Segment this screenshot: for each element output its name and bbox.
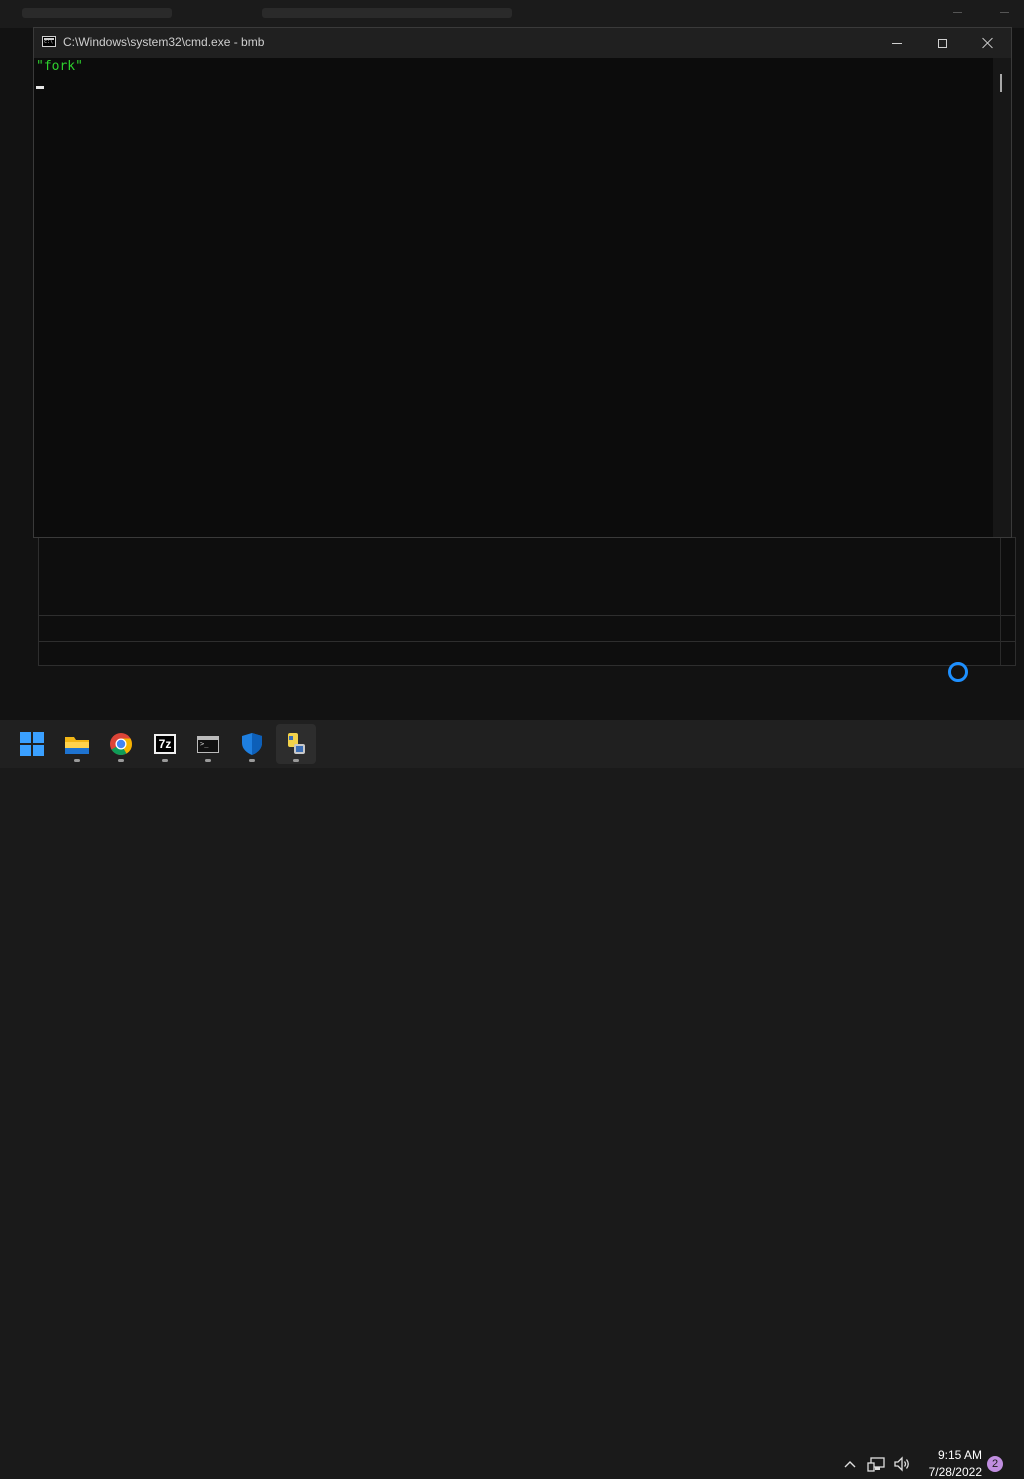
network-icon[interactable] bbox=[867, 1454, 887, 1474]
clock-date[interactable]: 7/28/2022 bbox=[920, 1465, 982, 1479]
close-icon bbox=[982, 37, 994, 49]
running-indicator bbox=[74, 759, 80, 762]
background-titlebar bbox=[0, 0, 1024, 28]
window-title: C:\Windows\system32\cmd.exe - bmb bbox=[63, 35, 265, 49]
maximize-button[interactable] bbox=[919, 28, 965, 58]
running-indicator bbox=[293, 759, 299, 762]
vertical-scrollbar[interactable] bbox=[993, 58, 1011, 537]
sevenzip-button[interactable]: 7z bbox=[145, 724, 185, 764]
volume-icon[interactable] bbox=[892, 1454, 912, 1474]
shield-icon bbox=[242, 733, 262, 755]
chevron-up-icon[interactable] bbox=[840, 1455, 860, 1473]
taskbar: 7z 9:15 AM 7/28/2022 2 bbox=[0, 720, 1024, 1479]
python-icon bbox=[288, 733, 305, 754]
windows-logo-icon bbox=[20, 732, 44, 756]
cmd-window: C:\Windows\system32\cmd.exe - bmb "fork" bbox=[33, 27, 1012, 538]
scrollbar-thumb[interactable] bbox=[1000, 74, 1002, 92]
minimize-button[interactable] bbox=[874, 28, 920, 58]
sevenzip-icon: 7z bbox=[154, 734, 176, 754]
windows-security-button[interactable] bbox=[232, 724, 272, 764]
start-button[interactable] bbox=[12, 724, 52, 764]
chrome-icon bbox=[110, 733, 132, 755]
loading-spinner-icon bbox=[948, 662, 968, 682]
minimize-icon bbox=[892, 42, 902, 44]
divider bbox=[1000, 538, 1001, 665]
maximize-icon bbox=[937, 38, 947, 48]
console-line: "fork" bbox=[36, 59, 83, 74]
notification-badge[interactable]: 2 bbox=[987, 1456, 1003, 1472]
divider bbox=[39, 641, 1015, 642]
background-minimize-icon bbox=[953, 12, 962, 13]
running-indicator bbox=[205, 759, 211, 762]
background-minimize-icon bbox=[1000, 12, 1009, 13]
chrome-button[interactable] bbox=[101, 724, 141, 764]
running-indicator bbox=[162, 759, 168, 762]
divider bbox=[39, 615, 1015, 616]
cmd-icon[interactable] bbox=[42, 36, 56, 47]
clock-time[interactable]: 9:15 AM bbox=[930, 1448, 982, 1462]
running-indicator bbox=[249, 759, 255, 762]
folder-icon bbox=[65, 737, 89, 754]
python-button[interactable] bbox=[276, 724, 316, 764]
console-output[interactable]: "fork" bbox=[34, 58, 993, 537]
background-tab-text bbox=[262, 8, 512, 18]
file-explorer-button[interactable] bbox=[57, 724, 97, 764]
text-cursor bbox=[36, 86, 44, 89]
close-button[interactable] bbox=[965, 28, 1011, 58]
window-titlebar[interactable]: C:\Windows\system32\cmd.exe - bmb bbox=[34, 28, 1011, 58]
background-title-text bbox=[22, 8, 172, 18]
command-prompt-button[interactable] bbox=[188, 724, 228, 764]
background-panel bbox=[38, 537, 1016, 666]
terminal-icon bbox=[197, 735, 219, 753]
running-indicator bbox=[118, 759, 124, 762]
